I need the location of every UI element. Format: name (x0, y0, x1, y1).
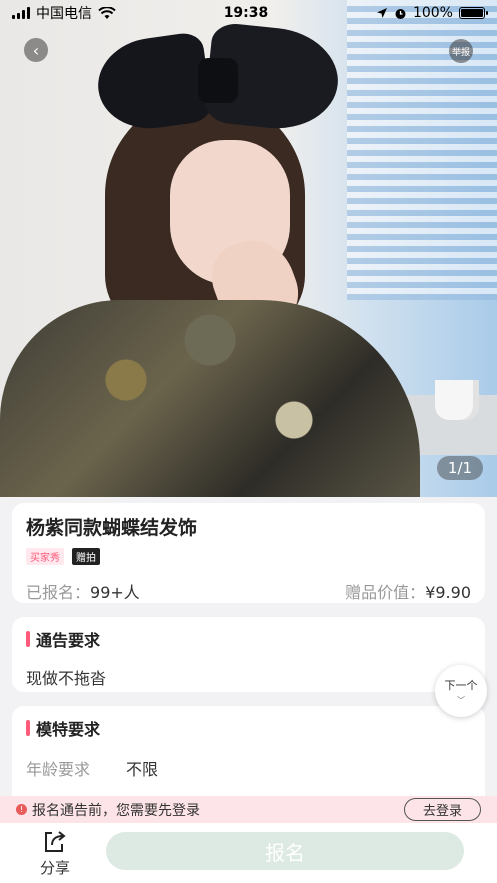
battery-percent: 100% (412, 5, 453, 21)
alarm-icon (395, 8, 406, 19)
model-dress (0, 300, 420, 497)
next-button[interactable]: 下一个 ﹀ (435, 665, 487, 717)
requirement-row: 年龄要求 不限 (26, 756, 471, 780)
section-marker (26, 720, 30, 736)
clock: 19:38 (223, 5, 269, 21)
battery-icon (458, 7, 488, 19)
share-button[interactable]: 分享 (0, 829, 110, 878)
tag-buyer-show: 买家秀 (26, 548, 64, 565)
chevron-down-icon: ﹀ (457, 695, 465, 705)
next-label: 下一个 (444, 678, 478, 692)
signup-count: 99+人 (90, 583, 140, 602)
status-bar: 中国电信 19:38 100% (0, 0, 497, 26)
signal-icon (12, 7, 30, 19)
product-image[interactable] (0, 0, 497, 497)
login-banner: ! 报名通告前，您需要先登录 去登录 (0, 796, 497, 823)
product-card: 杨紫同款蝴蝶结发饰 买家秀 赠拍 已报名：99+人 赠品价值：¥9.90 (12, 503, 485, 603)
warning-icon: ! (16, 804, 27, 815)
gift-value-label: 赠品价值： (345, 583, 426, 602)
section-marker (26, 631, 30, 647)
login-message: 报名通告前，您需要先登录 (32, 802, 200, 819)
image-pager: 1/1 (437, 456, 483, 480)
coffee-cup (435, 380, 479, 420)
product-title: 杨紫同款蝴蝶结发饰 (26, 517, 198, 539)
gift-value: ¥9.90 (425, 583, 471, 602)
back-button[interactable]: ‹ (24, 38, 48, 62)
signup-button[interactable]: 报名 (106, 832, 464, 870)
gift-value-row: 赠品价值：¥9.90 (345, 579, 471, 603)
share-label: 分享 (39, 858, 70, 877)
velvet-bow (92, 21, 343, 138)
carrier-name: 中国电信 (36, 6, 92, 22)
bottom-bar: 分享 报名 (0, 823, 497, 883)
share-icon (45, 830, 66, 852)
login-button[interactable]: 去登录 (403, 798, 481, 821)
notice-card: 通告要求 现做不拖沓 (12, 617, 485, 692)
model-heading: 模特要求 (36, 720, 101, 739)
requirement-value: 不限 (126, 760, 159, 779)
requirement-key: 年龄要求 (26, 760, 91, 779)
wifi-icon (98, 6, 116, 19)
signup-count-label: 已报名： (26, 583, 91, 602)
signup-count-row: 已报名：99+人 (26, 579, 140, 603)
notice-text: 现做不拖沓 (26, 669, 107, 688)
chevron-left-icon: ‹ (32, 40, 40, 60)
report-button[interactable]: 举报 (449, 39, 473, 63)
window-blinds (347, 0, 497, 300)
notice-heading: 通告要求 (36, 631, 101, 650)
tag-gift-shoot: 赠拍 (72, 548, 100, 565)
location-icon (376, 8, 387, 18)
